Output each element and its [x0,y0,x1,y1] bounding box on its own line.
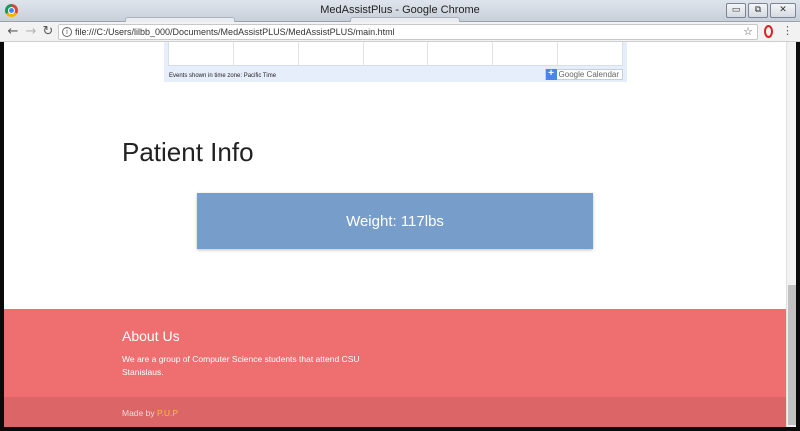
made-by-prefix: Made by [122,408,157,418]
scrollbar[interactable] [786,42,796,427]
window-title: MedAssistPlus - Google Chrome [320,4,480,16]
browser-window: MedAssistPlus - Google Chrome ▭ ⧉ ✕ ← → … [0,0,800,431]
minimize-button[interactable]: ▭ [726,3,746,18]
reload-button[interactable]: ↻ [40,24,56,40]
opera-extension-icon[interactable] [764,25,773,38]
calendar-grid [168,42,623,66]
restore-button[interactable]: ⧉ [748,3,768,18]
calendar-cell[interactable] [299,42,364,65]
address-bar[interactable]: i file:///C:/Users/lilbb_000/Documents/M… [58,24,758,40]
url-text[interactable]: file:///C:/Users/lilbb_000/Documents/Med… [75,27,395,37]
made-by-credit: Made by P.U.P [122,408,178,418]
calendar-cell[interactable] [558,42,622,65]
calendar-cell[interactable] [493,42,559,65]
title-bar: MedAssistPlus - Google Chrome ▭ ⧉ ✕ [0,0,800,22]
made-by-link[interactable]: P.U.P [157,408,178,418]
footer: About Us We are a group of Computer Scie… [4,309,786,427]
page-title: Patient Info [122,137,254,167]
menu-icon[interactable]: ⋮ [782,24,793,37]
page-viewport: Events shown in time zone: Pacific Time … [4,42,786,427]
embedded-calendar: Events shown in time zone: Pacific Time … [164,42,627,82]
bookmark-star-icon[interactable]: ☆ [743,25,753,38]
scroll-thumb[interactable] [788,285,796,425]
window-controls: ▭ ⧉ ✕ [726,3,796,18]
calendar-cell[interactable] [169,42,234,65]
google-calendar-button[interactable]: + Google Calendar [544,69,623,80]
footer-bottom-bar: Made by P.U.P [4,397,786,427]
calendar-cell[interactable] [234,42,299,65]
browser-toolbar: ← → ↻ i file:///C:/Users/lilbb_000/Docum… [0,22,800,42]
forward-button[interactable]: → [23,24,39,40]
back-button[interactable]: ← [5,24,21,40]
timezone-note: Events shown in time zone: Pacific Time [169,73,277,79]
calendar-cell[interactable] [364,42,429,65]
plus-icon: + [545,69,557,80]
about-heading: About Us [122,328,180,344]
close-button[interactable]: ✕ [770,3,796,18]
weight-value: Weight: 117lbs [346,212,444,230]
calendar-cell[interactable] [428,42,494,65]
about-text: We are a group of Computer Science stude… [122,354,360,377]
info-icon[interactable]: i [62,27,72,37]
weight-card: Weight: 117lbs [197,193,593,249]
google-calendar-label: Google Calendar [558,70,619,79]
